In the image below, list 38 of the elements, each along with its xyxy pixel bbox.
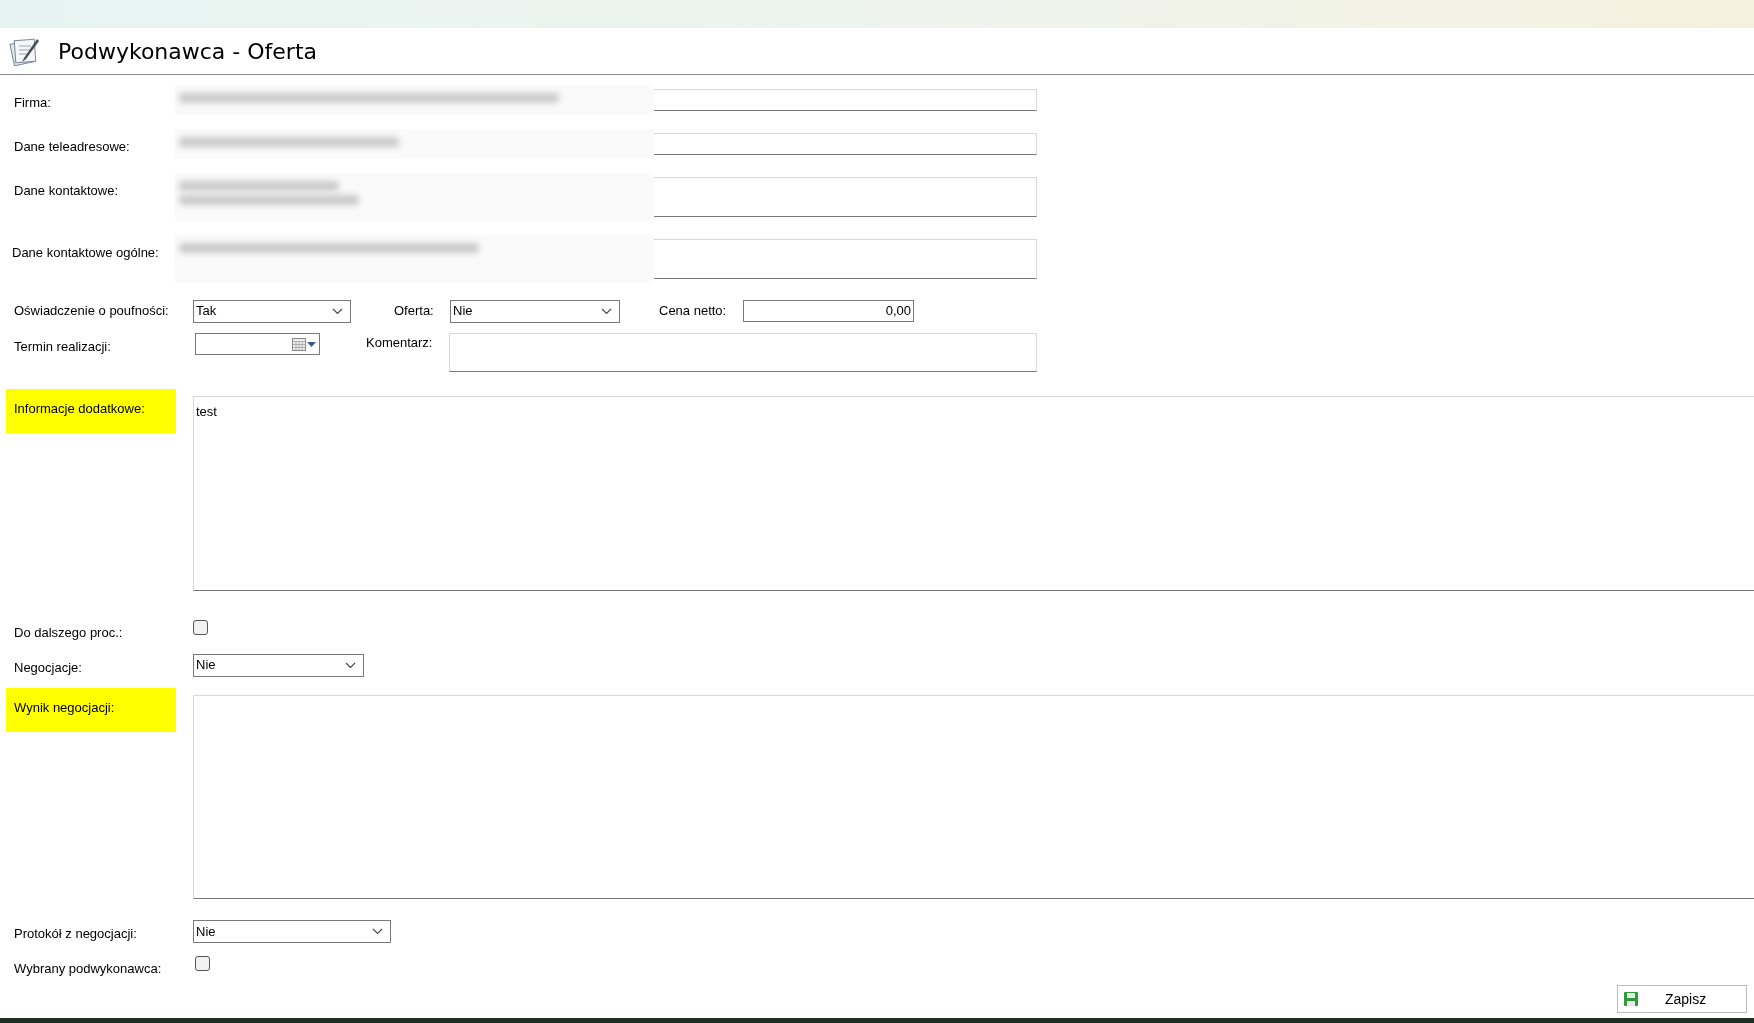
field-label: Protokół z negocjacji: bbox=[13, 925, 138, 943]
text-field[interactable] bbox=[654, 239, 1037, 279]
text-field[interactable] bbox=[654, 177, 1037, 217]
field-label: Dane teleadresowe: bbox=[14, 139, 130, 154]
page-title: Podwykonawca - Oferta bbox=[58, 37, 317, 66]
dropdown[interactable]: Nie bbox=[193, 653, 364, 677]
field-label: Termin realizacji: bbox=[14, 339, 111, 354]
dropdown[interactable]: Tak bbox=[193, 299, 351, 323]
date-picker[interactable] bbox=[195, 333, 320, 355]
comment-field[interactable] bbox=[449, 333, 1037, 372]
text-field[interactable] bbox=[654, 89, 1037, 111]
field-label: Komentarz: bbox=[366, 335, 433, 350]
calendar-icon bbox=[292, 337, 306, 351]
number-field[interactable]: 0,00 bbox=[743, 300, 914, 322]
text-field[interactable] bbox=[654, 133, 1037, 155]
field-label: Wybrany podwykonawca: bbox=[13, 959, 163, 978]
field-label: Wynik negocjacji: bbox=[6, 688, 176, 732]
field-label: Dane kontaktowe: bbox=[14, 183, 119, 198]
chevron-down-icon bbox=[372, 928, 383, 935]
field-label: Oferta: bbox=[394, 303, 434, 319]
field-label: Do dalszego proc.: bbox=[13, 624, 124, 642]
field-label: Cena netto: bbox=[659, 303, 727, 319]
text-area[interactable]: test bbox=[193, 396, 1754, 591]
chevron-down-icon bbox=[332, 307, 343, 315]
field-label: Firma: bbox=[14, 95, 51, 110]
chevron-down-icon bbox=[345, 661, 356, 669]
checkbox[interactable] bbox=[195, 955, 210, 971]
dropdown[interactable]: Nie bbox=[193, 920, 391, 943]
field-label: Dane kontaktowe ogólne: bbox=[12, 245, 159, 260]
chevron-down-icon bbox=[601, 307, 612, 315]
dropdown[interactable]: Nie bbox=[450, 299, 620, 323]
caret-down-icon bbox=[307, 341, 316, 347]
field-label: Informacje dodatkowe: bbox=[6, 389, 176, 433]
field-label: Negocjacje: bbox=[13, 658, 83, 677]
save-button[interactable]: Zapisz bbox=[1617, 985, 1747, 1013]
checkbox[interactable] bbox=[193, 620, 208, 635]
field-label: Oświadczenie o poufności: bbox=[14, 303, 169, 319]
document-pencil-icon bbox=[9, 36, 41, 66]
